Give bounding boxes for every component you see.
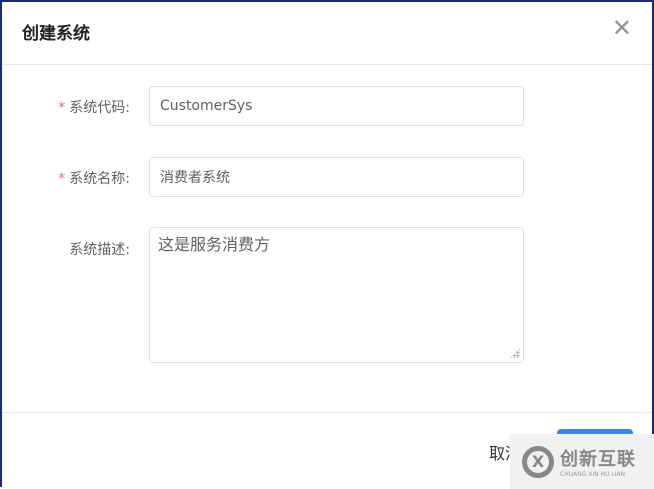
system-code-input[interactable] bbox=[149, 86, 524, 126]
dialog-title: 创建系统 bbox=[22, 24, 90, 44]
system-desc-textarea[interactable]: 这是服务消费方 bbox=[149, 227, 524, 363]
code-label-text: 系统代码: bbox=[69, 100, 130, 116]
name-label: * 系统名称: bbox=[58, 171, 130, 187]
footer-divider bbox=[2, 412, 652, 413]
header-divider bbox=[2, 64, 652, 65]
watermark-logo-icon: X bbox=[522, 445, 554, 478]
system-name-input[interactable] bbox=[149, 157, 524, 197]
watermark-text: 创新互联 bbox=[560, 449, 636, 470]
close-icon[interactable]: ✕ bbox=[612, 16, 632, 40]
name-label-text: 系统名称: bbox=[69, 171, 130, 187]
desc-label: 系统描述: bbox=[69, 242, 130, 258]
watermark: X 创新互联 CHUANG XIN HU LIAN bbox=[510, 434, 654, 489]
code-label: * 系统代码: bbox=[58, 100, 130, 116]
watermark-subtext: CHUANG XIN HU LIAN bbox=[560, 471, 626, 478]
